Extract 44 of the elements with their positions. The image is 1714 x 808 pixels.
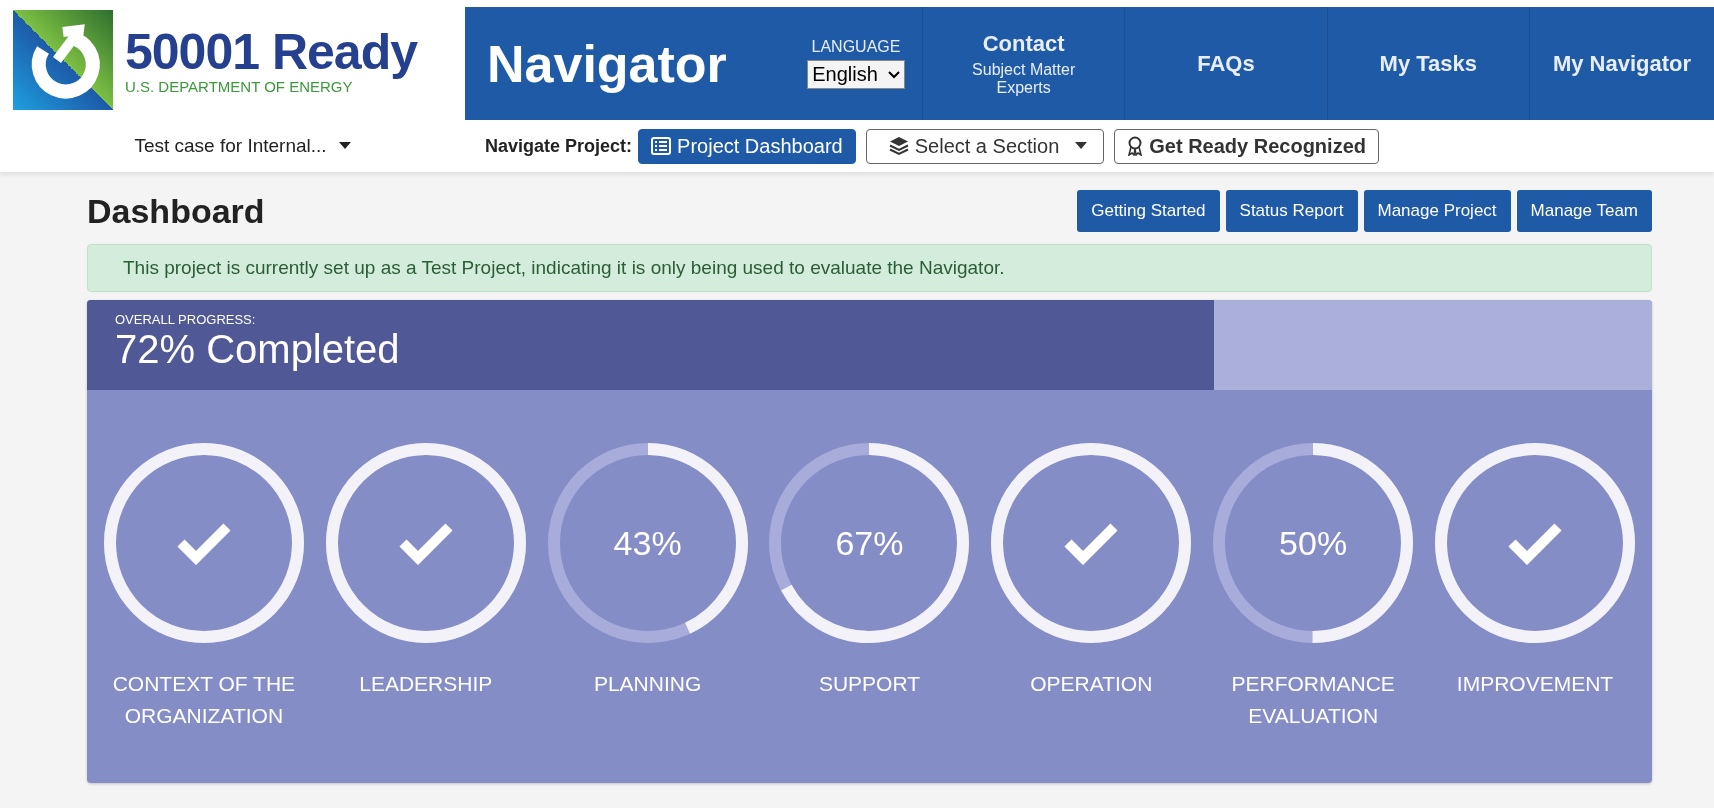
nav-link[interactable]: My Navigator (1552, 50, 1692, 77)
nav-link[interactable]: My Tasks (1379, 50, 1478, 77)
check-icon (175, 521, 232, 565)
nav-button[interactable]: Project Dashboard (638, 128, 856, 164)
nav-link[interactable]: Contact (982, 30, 1065, 57)
section-label: OPERATION (1030, 671, 1153, 697)
logo-icon (13, 10, 113, 110)
progress-value: 72% Completed (115, 327, 400, 371)
caret-icon (338, 142, 351, 150)
language-label: LANGUAGE (811, 38, 901, 56)
award-icon (1127, 136, 1144, 156)
section-label: SUPPORT (818, 671, 920, 697)
section-label: LEADERSHIP (359, 671, 493, 697)
app-title: Navigator (486, 33, 728, 95)
progress-label: OVERALL PROGRESS: (115, 312, 257, 327)
chevron-icon (887, 70, 900, 79)
nav-button[interactable]: Get Ready Recognized (1114, 128, 1379, 164)
section-dropdown[interactable]: Select a Section (865, 128, 1105, 164)
action-button[interactable]: Manage Team (1516, 190, 1652, 232)
section-label: IMPROVEMENT (1456, 671, 1614, 697)
section-label: CONTEXT OF THE ORGANIZATION (111, 671, 297, 729)
action-button[interactable]: Manage Project (1363, 190, 1511, 232)
check-icon (1507, 521, 1563, 565)
action-button[interactable]: Getting Started (1077, 190, 1220, 232)
action-button[interactable]: Status Report (1225, 190, 1358, 232)
percent-reading: 67% (835, 523, 904, 563)
caret-icon (1075, 142, 1088, 150)
layers-icon (888, 136, 909, 156)
section-label: PLANNING (593, 671, 702, 697)
percent-reading: 50% (1279, 523, 1348, 563)
list-icon (651, 137, 672, 155)
language-select[interactable]: English (807, 60, 905, 89)
project-selector[interactable]: Test case for Internal... (134, 135, 327, 157)
navigate-label: Navigate Project: (485, 135, 633, 157)
page-title: Dashboard (87, 191, 265, 231)
logo-title: 50001 Ready (125, 25, 417, 78)
section-label: PERFORMANCE EVALUATION (1230, 671, 1396, 729)
percent-reading: 43% (613, 523, 682, 563)
check-icon (1063, 521, 1120, 565)
logo-subtitle: U.S. DEPARTMENT OF ENERGY (125, 77, 353, 95)
info-alert: This project is currently set up as a Test Project, indicating it is only being used to evaluate the Navigator. (87, 244, 1652, 292)
nav-link[interactable]: FAQs (1197, 50, 1255, 77)
nav-sublabel: Subject Matter Experts (971, 60, 1077, 97)
check-icon (397, 521, 454, 565)
